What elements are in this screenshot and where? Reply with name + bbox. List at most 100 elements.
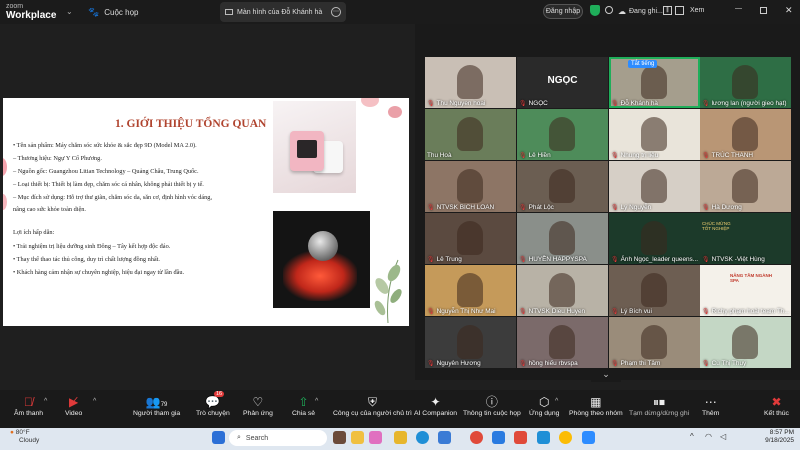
participant-tile[interactable]: 🎙 NTVSK Dieu Huyen [517,265,608,316]
app-icon[interactable] [333,431,346,444]
participants-label: Người tham gia [133,410,181,417]
windows-start-icon[interactable] [212,431,225,444]
participant-tile[interactable]: NGỌC 🎙 NGỌC [517,57,608,108]
participant-tile[interactable]: CHÚC MỪNG TỐT NGHIỆP 🎙 NTVSK -Việt Hùng [700,213,791,264]
close-icon[interactable]: ✕ [785,5,793,16]
view-button[interactable]: Xem [690,7,704,14]
wifi-icon[interactable]: ◠ [705,432,712,441]
participant-tile[interactable]: 🎙 HUYỀN HAPPYSPA [517,213,608,264]
participant-tile[interactable]: 🎙 Lê Trung [425,213,516,264]
chat-button[interactable]: 💬 16 Trò chuyện [196,391,230,417]
video-options-chevron-icon[interactable]: ^ [93,398,96,405]
participant-name-text: Phạm thi Tâm [620,360,661,367]
participant-tile[interactable]: 🎙 Thu Nguyen hoai [425,57,516,108]
slide-title: 1. GIỚI THIỆU TỔNG QUAN [115,118,267,130]
more-button[interactable]: ⋯ Thêm [702,394,719,417]
meeting-info-button[interactable]: ⓘ Thông tin cuộc họp [463,394,521,417]
end-label: Kết thúc [764,410,789,417]
more-icon[interactable]: ⋯ [331,7,341,17]
end-meeting-button[interactable]: ✖ Kết thúc [764,394,789,417]
tray-chevron-icon[interactable]: ^ [690,432,694,441]
zoom-taskbar-icon[interactable] [582,431,595,444]
info-icon[interactable] [605,6,613,14]
participant-video [457,169,483,203]
taskbar-clock[interactable]: 8:57 PM 9/18/2025 [744,429,794,445]
recording-indicator[interactable]: ☁ Đang ghi... [618,7,663,16]
mic-muted-icon: 🎙 [611,257,619,263]
app-icon[interactable] [492,431,505,444]
app-icon[interactable] [351,431,364,444]
participant-tile[interactable]: NÂNG TẦM NGÀNH SPA 🎙 Richy phạm hoài team … [700,265,791,316]
login-button[interactable]: Đăng nhập [543,4,583,19]
edge-icon[interactable] [416,431,429,444]
weather-status: Cloudy [19,437,40,444]
audio-button[interactable]: 🎙̸ Âm thanh [14,394,43,417]
mic-muted-icon: 🎙 [702,361,710,367]
chat-label: Trò chuyện [196,410,230,417]
share-button[interactable]: ⇧ Chia sẻ [292,394,315,417]
participant-tile[interactable]: 🎙 NTVSK BICH LOAN [425,161,516,212]
copilot-icon[interactable] [369,431,382,444]
shield-host-icon: ⛨ [367,395,377,409]
shield-icon[interactable] [590,5,600,16]
participant-video [549,325,575,359]
participant-tile[interactable]: 🎙 Hà Dương [700,161,791,212]
participant-tile[interactable]: 🎙 Nguyên Hương [425,317,516,368]
participant-name-text: TRÚC THANH [711,152,754,159]
participant-tile[interactable]: 🎙 hồng hiếu rbvspa [517,317,608,368]
meeting-tab[interactable]: 🐾 Cuộc họp [88,2,138,22]
participant-tile[interactable]: 🎙 Ánh Ngọc_leader queens... [609,213,700,264]
participant-tile[interactable]: 🎙 Phạm thi Tâm [609,317,700,368]
video-label: Video [65,410,83,417]
sparkle-icon: ✦ [430,395,441,409]
pause-recording-icon[interactable]: ∥ [663,6,672,15]
video-button[interactable]: ▶̸ Video [65,394,82,417]
pause-stop-icon: ⏸⏹ [653,395,666,409]
app-icon[interactable] [537,431,550,444]
app-icon[interactable] [514,431,527,444]
participant-tile[interactable]: 🎙 Cù Thị Thuý [700,317,791,368]
minimize-icon[interactable]: — [735,5,742,12]
participant-tile[interactable]: 🎙 Nguyễn Thị Như Mai [425,265,516,316]
participant-tile[interactable]: 🎙 Phát Lộc [517,161,608,212]
participant-tile[interactable]: Thu Hoà [425,109,516,160]
participant-tile[interactable]: 🎙 Lý Nguyễn [609,161,700,212]
mic-muted-icon: 🎙 [611,309,619,315]
shared-screen-tab[interactable]: Màn hình của Đỗ Khánh hà ⋯ [220,2,346,22]
breakout-rooms-button[interactable]: ▦ Phòng theo nhóm [569,394,623,417]
participant-name: 🎙 hồng hiếu rbvspa [519,360,578,367]
participant-name-text: Phát Lộc [528,204,554,211]
participant-tile[interactable]: 🎙 lương lan (người gieo hạt) [700,57,791,108]
apps-options-chevron-icon[interactable]: ^ [555,398,558,405]
store-icon[interactable] [438,431,451,444]
restore-icon[interactable] [760,7,767,14]
participants-button[interactable]: 👥79 Người tham gia [133,394,180,417]
host-tools-button[interactable]: ⛨ Công cụ của người chủ trì [333,394,412,417]
participant-tile[interactable]: 🎙 Nhung trị liệu [609,109,700,160]
stop-recording-icon[interactable] [675,6,684,15]
app-icon[interactable] [470,431,483,444]
product-image-box [273,101,356,193]
participant-initial-name: NGỌC [547,75,578,86]
weather-widget[interactable]: ● 80°F Cloudy [10,429,39,445]
participant-tile[interactable]: 🎙 TRÚC THANH [700,109,791,160]
chevron-down-icon[interactable]: ⌄ [66,7,73,16]
file-explorer-icon[interactable] [394,431,407,444]
ai-companion-button[interactable]: ✦ AI Companion [414,394,457,417]
audio-label: Âm thanh [14,410,44,417]
participant-tile[interactable]: 🎙 Lý Bích vui [609,265,700,316]
mic-muted-icon: 🎙 [427,257,435,263]
pause-stop-recording-button[interactable]: ⏸⏹ Tạm dừng/dừng ghi [629,394,689,417]
share-options-chevron-icon[interactable]: ^ [315,398,318,405]
chrome-icon[interactable] [559,431,572,444]
participant-video [549,169,575,203]
mic-muted-icon: 🎙 [519,361,527,367]
volume-icon[interactable]: ◁ [720,432,726,441]
participant-tile[interactable]: 🎙 Lê Hiền [517,109,608,160]
participant-name-text: Thu Nguyen hoai [436,100,486,107]
taskbar-search[interactable]: ⌕ Search [229,430,327,446]
gallery-scroll-down-button[interactable]: ⌄ [591,368,621,382]
apps-icon: ⬡ [538,395,550,409]
audio-options-chevron-icon[interactable]: ^ [44,398,47,405]
reactions-button[interactable]: ♡ Phản ứng [243,394,273,417]
